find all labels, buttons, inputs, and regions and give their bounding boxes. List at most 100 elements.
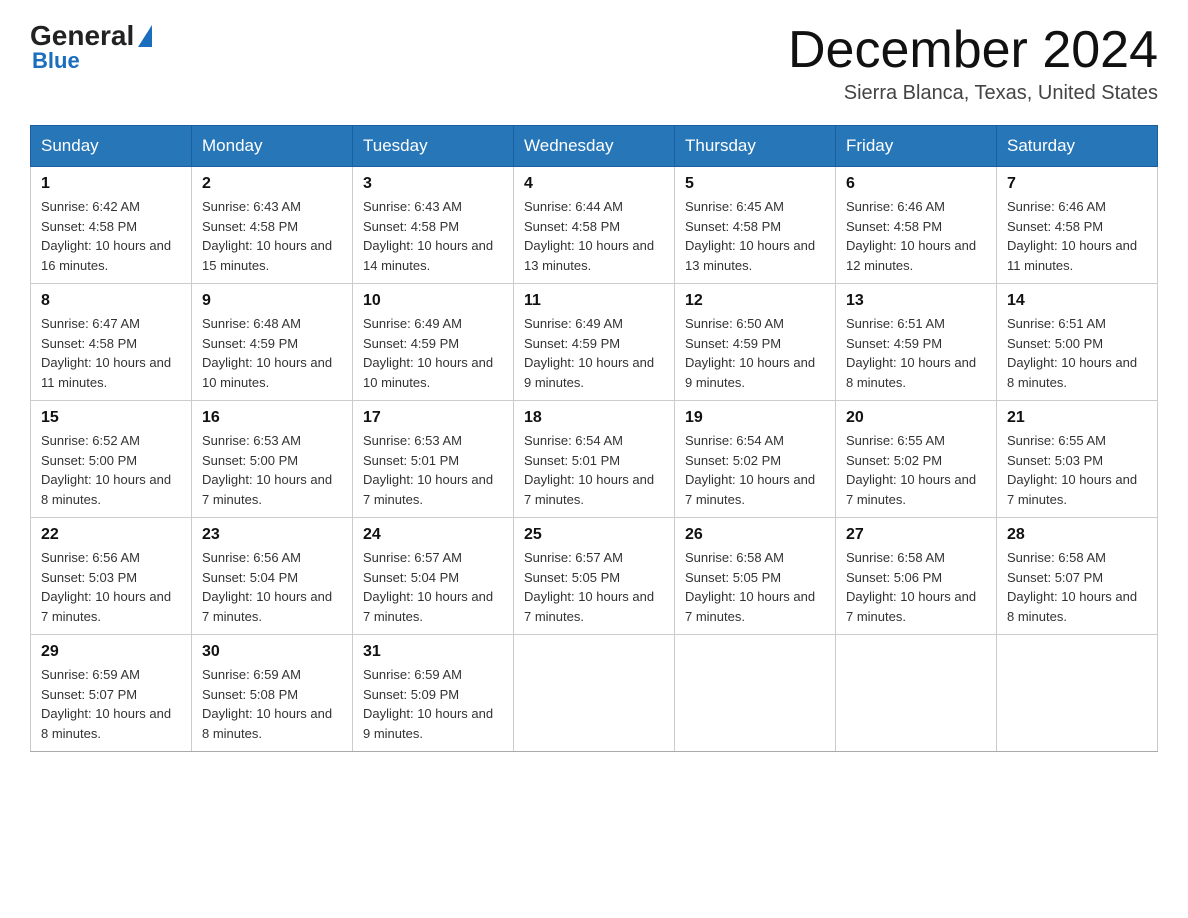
- day-info: Sunrise: 6:54 AM Sunset: 5:01 PM Dayligh…: [524, 431, 664, 509]
- day-number: 23: [202, 526, 342, 544]
- table-row: 31 Sunrise: 6:59 AM Sunset: 5:09 PM Dayl…: [353, 635, 514, 752]
- table-row: 3 Sunrise: 6:43 AM Sunset: 4:58 PM Dayli…: [353, 167, 514, 284]
- title-section: December 2024 Sierra Blanca, Texas, Unit…: [788, 20, 1158, 105]
- table-row: 24 Sunrise: 6:57 AM Sunset: 5:04 PM Dayl…: [353, 518, 514, 635]
- table-row: 23 Sunrise: 6:56 AM Sunset: 5:04 PM Dayl…: [192, 518, 353, 635]
- day-info: Sunrise: 6:58 AM Sunset: 5:05 PM Dayligh…: [685, 548, 825, 626]
- table-row: [514, 635, 675, 752]
- table-row: 21 Sunrise: 6:55 AM Sunset: 5:03 PM Dayl…: [997, 401, 1158, 518]
- day-number: 9: [202, 292, 342, 310]
- day-info: Sunrise: 6:55 AM Sunset: 5:03 PM Dayligh…: [1007, 431, 1147, 509]
- calendar-table: Sunday Monday Tuesday Wednesday Thursday…: [30, 125, 1158, 752]
- day-number: 16: [202, 409, 342, 427]
- day-number: 6: [846, 175, 986, 193]
- day-number: 10: [363, 292, 503, 310]
- day-number: 1: [41, 175, 181, 193]
- table-row: 13 Sunrise: 6:51 AM Sunset: 4:59 PM Dayl…: [836, 284, 997, 401]
- table-row: 26 Sunrise: 6:58 AM Sunset: 5:05 PM Dayl…: [675, 518, 836, 635]
- day-number: 25: [524, 526, 664, 544]
- day-number: 12: [685, 292, 825, 310]
- table-row: 14 Sunrise: 6:51 AM Sunset: 5:00 PM Dayl…: [997, 284, 1158, 401]
- day-info: Sunrise: 6:58 AM Sunset: 5:06 PM Dayligh…: [846, 548, 986, 626]
- day-number: 26: [685, 526, 825, 544]
- table-row: 29 Sunrise: 6:59 AM Sunset: 5:07 PM Dayl…: [31, 635, 192, 752]
- col-friday: Friday: [836, 126, 997, 167]
- day-number: 24: [363, 526, 503, 544]
- day-number: 29: [41, 643, 181, 661]
- day-number: 19: [685, 409, 825, 427]
- table-row: 16 Sunrise: 6:53 AM Sunset: 5:00 PM Dayl…: [192, 401, 353, 518]
- day-info: Sunrise: 6:42 AM Sunset: 4:58 PM Dayligh…: [41, 197, 181, 275]
- day-number: 5: [685, 175, 825, 193]
- day-info: Sunrise: 6:55 AM Sunset: 5:02 PM Dayligh…: [846, 431, 986, 509]
- day-info: Sunrise: 6:44 AM Sunset: 4:58 PM Dayligh…: [524, 197, 664, 275]
- day-info: Sunrise: 6:43 AM Sunset: 4:58 PM Dayligh…: [202, 197, 342, 275]
- day-info: Sunrise: 6:59 AM Sunset: 5:09 PM Dayligh…: [363, 665, 503, 743]
- day-number: 31: [363, 643, 503, 661]
- day-info: Sunrise: 6:59 AM Sunset: 5:07 PM Dayligh…: [41, 665, 181, 743]
- logo: General Blue: [30, 20, 154, 74]
- day-info: Sunrise: 6:57 AM Sunset: 5:05 PM Dayligh…: [524, 548, 664, 626]
- table-row: 27 Sunrise: 6:58 AM Sunset: 5:06 PM Dayl…: [836, 518, 997, 635]
- col-saturday: Saturday: [997, 126, 1158, 167]
- col-monday: Monday: [192, 126, 353, 167]
- day-info: Sunrise: 6:43 AM Sunset: 4:58 PM Dayligh…: [363, 197, 503, 275]
- day-number: 15: [41, 409, 181, 427]
- day-number: 21: [1007, 409, 1147, 427]
- table-row: 9 Sunrise: 6:48 AM Sunset: 4:59 PM Dayli…: [192, 284, 353, 401]
- day-number: 30: [202, 643, 342, 661]
- day-info: Sunrise: 6:52 AM Sunset: 5:00 PM Dayligh…: [41, 431, 181, 509]
- calendar-week-row: 29 Sunrise: 6:59 AM Sunset: 5:07 PM Dayl…: [31, 635, 1158, 752]
- day-number: 2: [202, 175, 342, 193]
- table-row: 11 Sunrise: 6:49 AM Sunset: 4:59 PM Dayl…: [514, 284, 675, 401]
- day-number: 13: [846, 292, 986, 310]
- day-info: Sunrise: 6:57 AM Sunset: 5:04 PM Dayligh…: [363, 548, 503, 626]
- table-row: 12 Sunrise: 6:50 AM Sunset: 4:59 PM Dayl…: [675, 284, 836, 401]
- col-wednesday: Wednesday: [514, 126, 675, 167]
- day-number: 14: [1007, 292, 1147, 310]
- day-info: Sunrise: 6:49 AM Sunset: 4:59 PM Dayligh…: [363, 314, 503, 392]
- day-number: 28: [1007, 526, 1147, 544]
- logo-blue-text: Blue: [30, 48, 80, 74]
- day-info: Sunrise: 6:58 AM Sunset: 5:07 PM Dayligh…: [1007, 548, 1147, 626]
- day-info: Sunrise: 6:49 AM Sunset: 4:59 PM Dayligh…: [524, 314, 664, 392]
- table-row: 28 Sunrise: 6:58 AM Sunset: 5:07 PM Dayl…: [997, 518, 1158, 635]
- month-title: December 2024: [788, 20, 1158, 80]
- table-row: 30 Sunrise: 6:59 AM Sunset: 5:08 PM Dayl…: [192, 635, 353, 752]
- day-info: Sunrise: 6:48 AM Sunset: 4:59 PM Dayligh…: [202, 314, 342, 392]
- day-info: Sunrise: 6:54 AM Sunset: 5:02 PM Dayligh…: [685, 431, 825, 509]
- page-header: General Blue December 2024 Sierra Blanca…: [30, 20, 1158, 105]
- table-row: 17 Sunrise: 6:53 AM Sunset: 5:01 PM Dayl…: [353, 401, 514, 518]
- day-info: Sunrise: 6:46 AM Sunset: 4:58 PM Dayligh…: [1007, 197, 1147, 275]
- day-info: Sunrise: 6:53 AM Sunset: 5:01 PM Dayligh…: [363, 431, 503, 509]
- day-info: Sunrise: 6:45 AM Sunset: 4:58 PM Dayligh…: [685, 197, 825, 275]
- day-number: 18: [524, 409, 664, 427]
- table-row: 20 Sunrise: 6:55 AM Sunset: 5:02 PM Dayl…: [836, 401, 997, 518]
- calendar-header-row: Sunday Monday Tuesday Wednesday Thursday…: [31, 126, 1158, 167]
- day-info: Sunrise: 6:46 AM Sunset: 4:58 PM Dayligh…: [846, 197, 986, 275]
- logo-triangle-icon: [138, 25, 152, 47]
- day-number: 4: [524, 175, 664, 193]
- day-number: 8: [41, 292, 181, 310]
- table-row: 1 Sunrise: 6:42 AM Sunset: 4:58 PM Dayli…: [31, 167, 192, 284]
- table-row: 25 Sunrise: 6:57 AM Sunset: 5:05 PM Dayl…: [514, 518, 675, 635]
- table-row: 4 Sunrise: 6:44 AM Sunset: 4:58 PM Dayli…: [514, 167, 675, 284]
- table-row: 10 Sunrise: 6:49 AM Sunset: 4:59 PM Dayl…: [353, 284, 514, 401]
- day-info: Sunrise: 6:56 AM Sunset: 5:04 PM Dayligh…: [202, 548, 342, 626]
- day-info: Sunrise: 6:59 AM Sunset: 5:08 PM Dayligh…: [202, 665, 342, 743]
- col-thursday: Thursday: [675, 126, 836, 167]
- table-row: 18 Sunrise: 6:54 AM Sunset: 5:01 PM Dayl…: [514, 401, 675, 518]
- day-info: Sunrise: 6:51 AM Sunset: 4:59 PM Dayligh…: [846, 314, 986, 392]
- table-row: 19 Sunrise: 6:54 AM Sunset: 5:02 PM Dayl…: [675, 401, 836, 518]
- calendar-week-row: 15 Sunrise: 6:52 AM Sunset: 5:00 PM Dayl…: [31, 401, 1158, 518]
- table-row: [675, 635, 836, 752]
- day-info: Sunrise: 6:50 AM Sunset: 4:59 PM Dayligh…: [685, 314, 825, 392]
- day-number: 22: [41, 526, 181, 544]
- day-info: Sunrise: 6:56 AM Sunset: 5:03 PM Dayligh…: [41, 548, 181, 626]
- day-number: 20: [846, 409, 986, 427]
- day-number: 17: [363, 409, 503, 427]
- table-row: 5 Sunrise: 6:45 AM Sunset: 4:58 PM Dayli…: [675, 167, 836, 284]
- day-info: Sunrise: 6:51 AM Sunset: 5:00 PM Dayligh…: [1007, 314, 1147, 392]
- table-row: 8 Sunrise: 6:47 AM Sunset: 4:58 PM Dayli…: [31, 284, 192, 401]
- table-row: 7 Sunrise: 6:46 AM Sunset: 4:58 PM Dayli…: [997, 167, 1158, 284]
